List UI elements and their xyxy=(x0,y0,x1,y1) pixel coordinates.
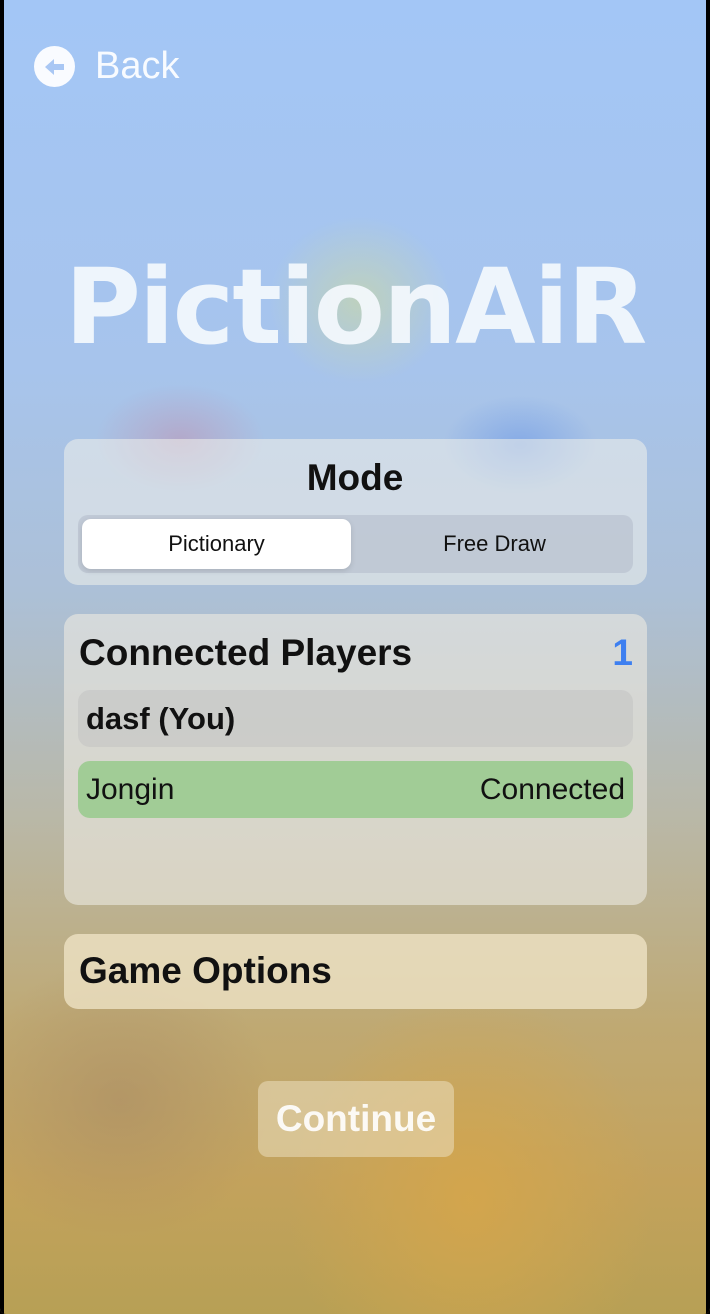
screen-edge-left xyxy=(0,0,4,1314)
connected-players-card: Connected Players 1 dasf (You) Jongin Co… xyxy=(64,614,647,905)
mode-segmented-control[interactable]: Pictionary Free Draw xyxy=(78,515,633,573)
back-button[interactable]: Back xyxy=(34,45,179,88)
screen: Back PictionAiR Pictionary Free Draw Mod… xyxy=(0,0,710,1314)
mode-option-free-draw[interactable]: Free Draw xyxy=(360,519,629,569)
arrow-left-circle-icon xyxy=(34,46,75,87)
back-label: Back xyxy=(95,45,180,87)
player-row[interactable]: Jongin Connected xyxy=(78,761,633,818)
player-row-self: dasf (You) xyxy=(78,690,633,747)
player-name-self: dasf (You) xyxy=(86,700,236,736)
player-status: Connected xyxy=(479,772,625,806)
mode-heading: Mode xyxy=(306,457,404,498)
player-count-badge: 1 xyxy=(612,632,633,673)
continue-button[interactable]: Continue xyxy=(258,1081,454,1157)
player-name: Jongin xyxy=(86,772,175,806)
game-options-button[interactable]: Game Options xyxy=(64,934,647,1009)
game-options-heading: Game Options xyxy=(79,950,332,991)
screen-edge-right xyxy=(706,0,710,1314)
app-title: PictionAiR xyxy=(64,246,648,368)
connected-players-heading: Connected Players xyxy=(79,632,413,673)
mode-option-pictionary[interactable]: Pictionary xyxy=(82,519,351,569)
